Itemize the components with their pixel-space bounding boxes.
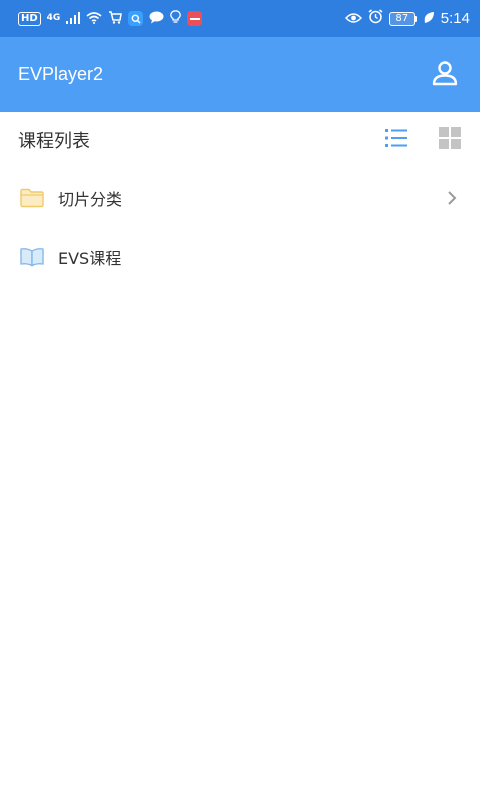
- hd-badge: HD: [18, 11, 41, 26]
- chat-bubble-icon: [149, 9, 164, 28]
- signal-icon: [66, 9, 81, 28]
- chevron-right-icon: [444, 190, 460, 206]
- list-item-slice-category[interactable]: 切片分类: [0, 168, 480, 227]
- bulb-icon: [170, 9, 182, 28]
- user-icon: [432, 60, 458, 90]
- list-view-icon: [385, 128, 407, 152]
- battery-level: 87: [388, 11, 415, 26]
- leaf-icon: [423, 9, 435, 28]
- clock-time: 5:14: [440, 10, 470, 27]
- battery-tip: [414, 15, 417, 22]
- user-profile-button[interactable]: [430, 60, 460, 90]
- grid-view-icon: [439, 127, 461, 153]
- grid-view-button[interactable]: [438, 127, 462, 153]
- app-bar: EVPlayer2: [0, 37, 480, 112]
- alarm-icon: [368, 9, 383, 28]
- list-item-label: 切片分类: [58, 189, 123, 209]
- battery-indicator: 87: [388, 11, 417, 26]
- network-type: 4G: [46, 13, 61, 23]
- app-title: EVPlayer2: [18, 64, 104, 84]
- status-bar-left: HD 4G: [18, 9, 203, 28]
- status-bar-right: 87 5:14: [344, 9, 470, 28]
- section-header: 课程列表: [0, 112, 480, 168]
- cart-icon: [108, 9, 123, 28]
- search-app-icon: [128, 11, 144, 26]
- view-toggle: [384, 127, 462, 153]
- list-view-button[interactable]: [384, 128, 408, 152]
- section-title: 课程列表: [18, 131, 90, 152]
- book-icon: [20, 246, 44, 268]
- list-item-label: EVS课程: [58, 248, 122, 268]
- course-list: 切片分类 EVS课程: [0, 168, 480, 286]
- eye-icon: [344, 9, 362, 28]
- folder-icon: [20, 187, 44, 209]
- app-notification-icon: [187, 11, 203, 26]
- wifi-icon: [86, 9, 102, 28]
- status-bar: HD 4G 87 5:14: [0, 0, 480, 37]
- list-item-evs-course[interactable]: EVS课程: [0, 227, 480, 286]
